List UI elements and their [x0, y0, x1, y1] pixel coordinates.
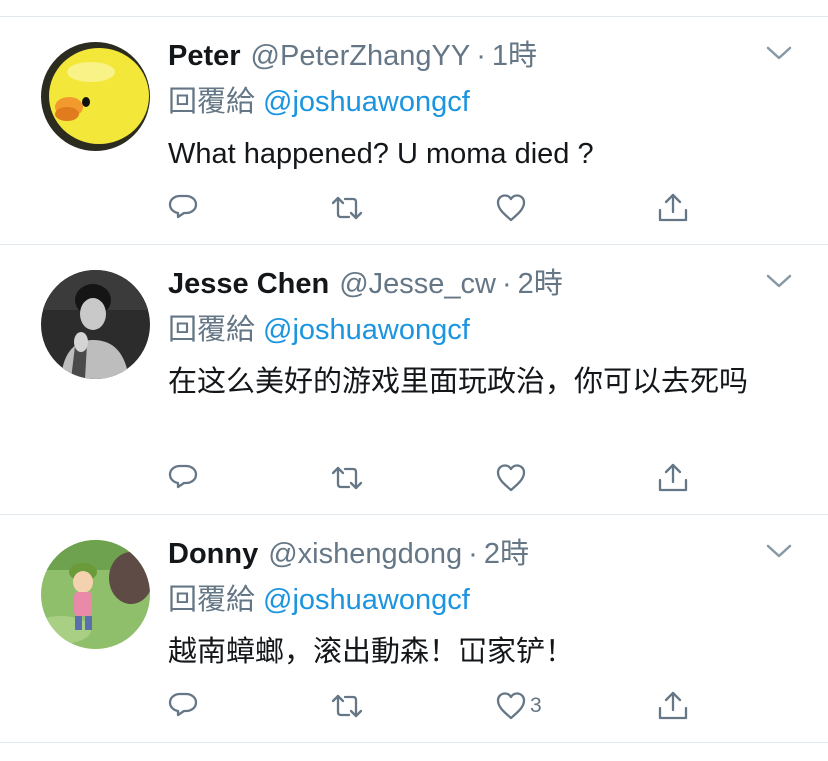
- divider: [0, 514, 828, 515]
- reply-prefix: 回覆給: [168, 314, 256, 346]
- reply-context: 回覆給 @joshuawongcf: [168, 82, 470, 122]
- reply-context: 回覆給 @joshuawongcf: [168, 580, 470, 620]
- separator-dot: ·: [476, 40, 486, 72]
- retweet-icon: [331, 466, 363, 490]
- tweet[interactable]: Jesse Chen @Jesse_cw · 2時 回覆給 @joshuawong…: [0, 264, 828, 504]
- reply-button[interactable]: [166, 191, 200, 225]
- share-button[interactable]: [656, 689, 690, 723]
- share-button[interactable]: [656, 191, 690, 225]
- author-handle[interactable]: @Jesse_cw: [339, 264, 496, 304]
- like-count: 3: [530, 694, 542, 717]
- tweet-text: 在这么美好的游戏里面玩政治，你可以去死吗: [168, 366, 749, 398]
- yellow-chick-avatar-icon: [41, 42, 150, 151]
- tweet-header: Donny @xishengdong · 2時: [168, 534, 529, 574]
- timestamp[interactable]: 1時: [492, 36, 537, 76]
- like-icon: [496, 692, 526, 720]
- tweet-text: 越南蟑螂，滚出動森！冚家铲！: [168, 636, 575, 668]
- reply-prefix: 回覆給: [168, 86, 256, 118]
- tweet-text: What happened? U moma died ?: [168, 138, 594, 170]
- tweet[interactable]: Donny @xishengdong · 2時 回覆給 @joshuawongcf…: [0, 534, 828, 734]
- avatar[interactable]: [41, 42, 150, 151]
- reply-button[interactable]: [166, 461, 200, 495]
- chevron-down-icon[interactable]: [764, 270, 794, 292]
- retweet-icon: [331, 196, 363, 220]
- reply-icon: [168, 194, 198, 219]
- retweet-button[interactable]: [330, 191, 364, 225]
- retweet-icon: [331, 694, 363, 718]
- author-handle[interactable]: @PeterZhangYY: [251, 36, 471, 76]
- author-name[interactable]: Jesse Chen: [168, 264, 329, 304]
- author-handle[interactable]: @xishengdong: [268, 534, 462, 574]
- reply-prefix: 回覆給: [168, 584, 256, 616]
- reply-button[interactable]: [166, 689, 200, 723]
- chevron-down-icon[interactable]: [764, 42, 794, 64]
- author-name[interactable]: Peter: [168, 36, 241, 76]
- like-button[interactable]: [494, 191, 528, 225]
- reply-mention-link[interactable]: @joshuawongcf: [263, 314, 470, 346]
- reply-icon: [168, 464, 198, 489]
- reply-mention-link[interactable]: @joshuawongcf: [263, 584, 470, 616]
- share-icon: [658, 193, 688, 222]
- like-button[interactable]: [494, 461, 528, 495]
- share-icon: [658, 691, 688, 720]
- share-button[interactable]: [656, 461, 690, 495]
- author-name[interactable]: Donny: [168, 534, 258, 574]
- separator-dot: ·: [501, 268, 512, 300]
- reply-context: 回覆給 @joshuawongcf: [168, 310, 470, 350]
- retweet-button[interactable]: [330, 689, 364, 723]
- tweet-header: Jesse Chen @Jesse_cw · 2時: [168, 264, 563, 304]
- separator-dot: ·: [468, 538, 478, 570]
- retweet-button[interactable]: [330, 461, 364, 495]
- like-icon: [496, 464, 526, 492]
- game-character-avatar-icon: [41, 540, 150, 649]
- tweet-header: Peter @PeterZhangYY · 1時: [168, 36, 537, 76]
- like-button[interactable]: 3: [494, 689, 542, 723]
- like-icon: [496, 194, 526, 222]
- timestamp[interactable]: 2時: [518, 264, 563, 304]
- divider: [0, 244, 828, 245]
- divider: [0, 16, 828, 17]
- avatar[interactable]: [41, 270, 150, 379]
- reply-mention-link[interactable]: @joshuawongcf: [263, 86, 470, 118]
- chevron-down-icon[interactable]: [764, 540, 794, 562]
- share-icon: [658, 463, 688, 492]
- divider: [0, 742, 828, 743]
- tweet[interactable]: Peter @PeterZhangYY · 1時 回覆給 @joshuawongc…: [0, 36, 828, 236]
- person-photo-avatar-icon: [41, 270, 150, 379]
- avatar[interactable]: [41, 540, 150, 649]
- reply-icon: [168, 692, 198, 717]
- timestamp[interactable]: 2時: [484, 534, 529, 574]
